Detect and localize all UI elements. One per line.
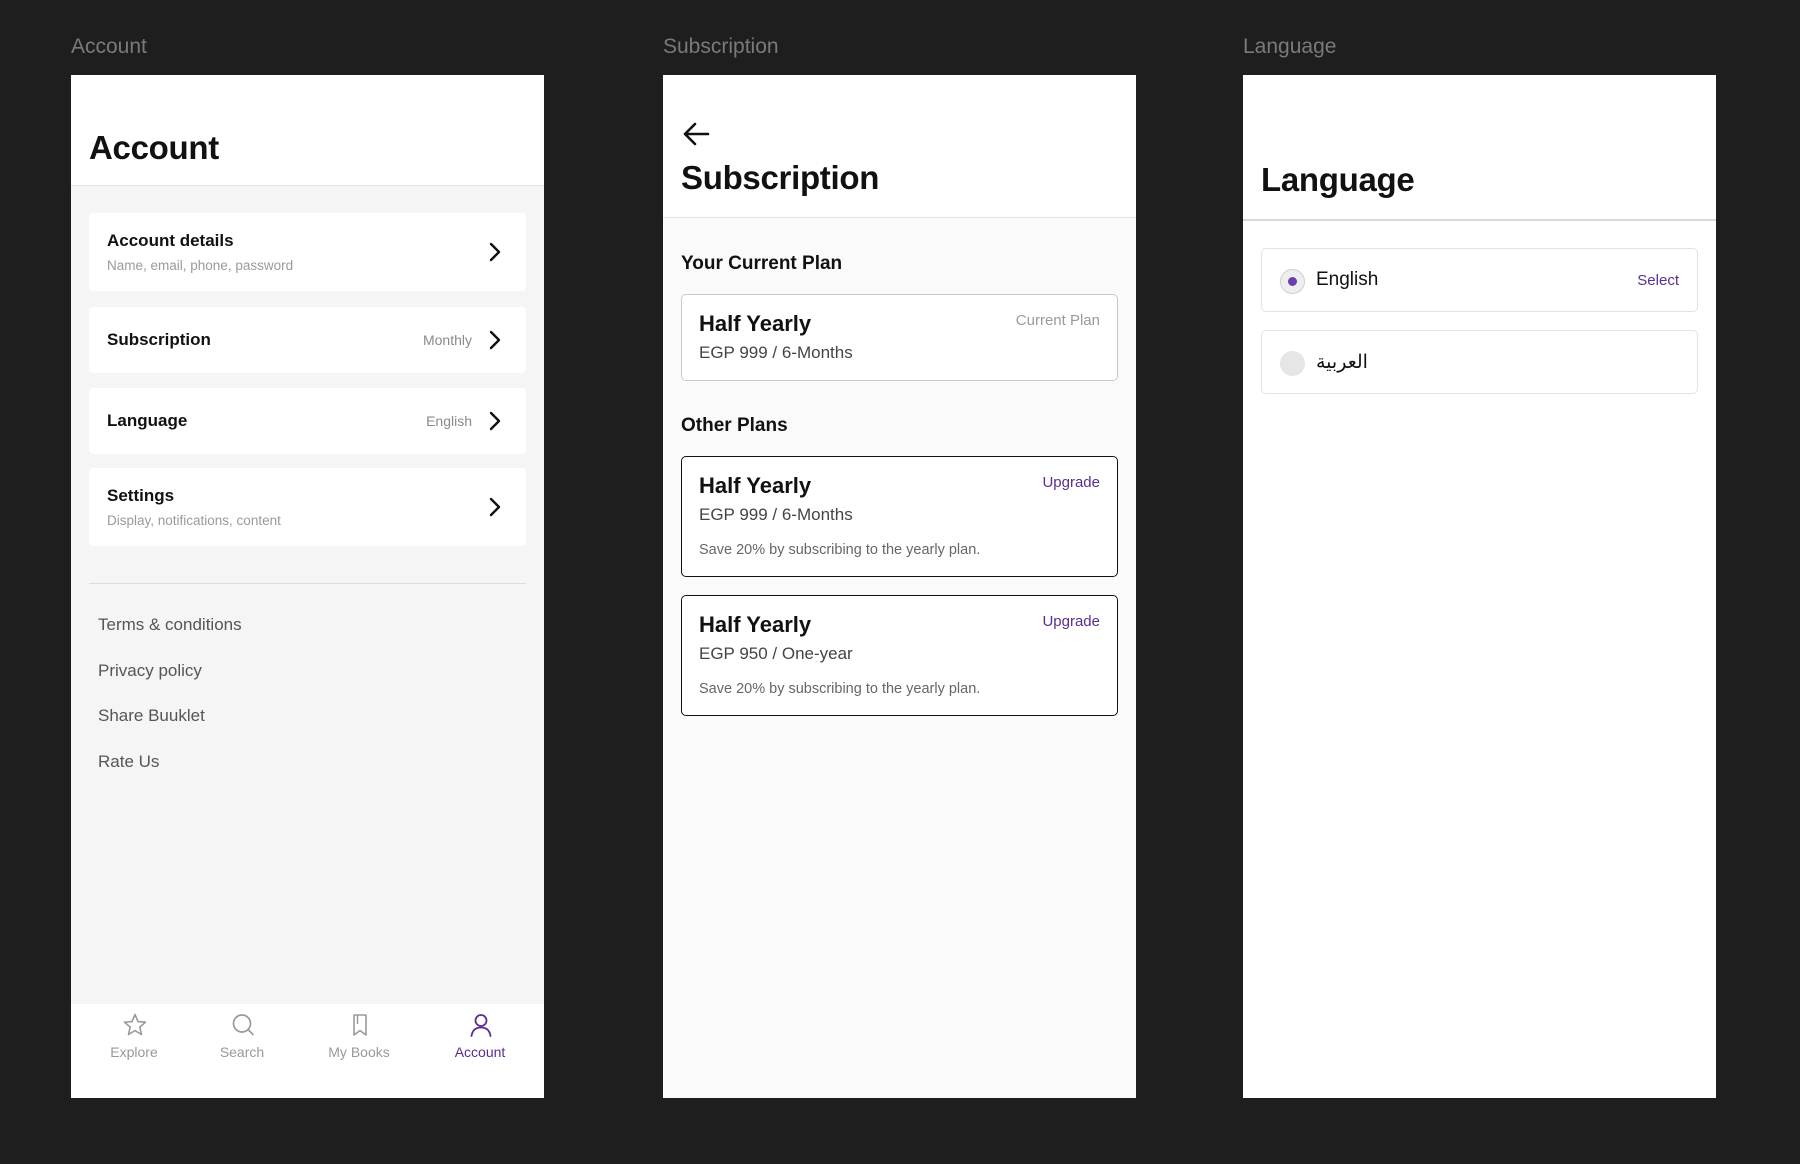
plan-card[interactable]: Half Yearly EGP 999 / 6-Months Save 20% …	[681, 456, 1118, 577]
divider	[89, 583, 526, 584]
account-header: Account	[71, 75, 544, 186]
settings-item[interactable]: Settings Display, notifications, content	[89, 468, 526, 546]
tab-my-books[interactable]: My Books	[309, 1004, 409, 1098]
language-option-arabic[interactable]: العربية	[1261, 330, 1698, 394]
current-plan-badge: Current Plan	[1015, 312, 1100, 329]
plan-name: Half Yearly	[699, 473, 812, 498]
plan-name: Half Yearly	[699, 612, 812, 637]
share-link[interactable]: Share Buuklet	[98, 706, 205, 726]
tab-account[interactable]: Account	[430, 1004, 530, 1098]
radio-selected[interactable]	[1280, 269, 1305, 294]
plan-price: EGP 999 / 6-Months	[699, 343, 853, 362]
plan-note: Save 20% by subscribing to the yearly pl…	[699, 542, 981, 558]
rate-link[interactable]: Rate Us	[98, 752, 159, 772]
tab-label: Search	[219, 1044, 265, 1060]
tab-search[interactable]: Search	[192, 1004, 292, 1098]
language-name: English	[1316, 269, 1379, 290]
chevron-right-icon	[489, 242, 501, 262]
plan-price: EGP 950 / One-year	[699, 644, 853, 663]
item-title: Subscription	[107, 330, 211, 349]
plan-name: Half Yearly	[699, 311, 812, 336]
page-title: Subscription	[681, 159, 880, 196]
item-title: Account details	[107, 231, 234, 250]
account-details-item[interactable]: Account details Name, email, phone, pass…	[89, 213, 526, 291]
tab-label: My Books	[328, 1044, 390, 1060]
frame-label-account: Account	[71, 35, 147, 58]
plan-note: Save 20% by subscribing to the yearly pl…	[699, 681, 981, 697]
item-value: Monthly	[422, 332, 472, 348]
terms-link[interactable]: Terms & conditions	[98, 615, 242, 635]
user-icon	[470, 1014, 492, 1037]
current-plan-card: Half Yearly EGP 999 / 6-Months Current P…	[681, 294, 1118, 381]
page-title: Language	[1261, 161, 1415, 198]
chevron-right-icon	[489, 411, 501, 431]
item-title: Language	[107, 411, 188, 430]
tab-explore[interactable]: Explore	[84, 1004, 184, 1098]
language-item[interactable]: Language English	[89, 388, 526, 454]
chevron-right-icon	[489, 497, 501, 517]
star-icon	[123, 1013, 147, 1036]
chevron-right-icon	[489, 330, 501, 350]
subscription-header: Subscription	[663, 75, 1136, 218]
other-plans-heading: Other Plans	[681, 415, 788, 436]
radio-unselected[interactable]	[1280, 351, 1305, 376]
tab-label: Explore	[110, 1044, 158, 1060]
subscription-screen: Subscription Your Current Plan Half Year…	[663, 75, 1136, 1098]
frame-label-language: Language	[1243, 35, 1337, 58]
language-header: Language	[1243, 75, 1716, 221]
account-screen: Account Account details Name, email, pho…	[71, 75, 544, 1098]
language-option-english[interactable]: English Select	[1261, 248, 1698, 312]
frame-label-subscription: Subscription	[663, 35, 779, 58]
bottom-tab-bar: Explore Search My Books Account	[71, 1004, 544, 1098]
tab-label: Account	[454, 1044, 506, 1060]
item-subtitle: Display, notifications, content	[107, 513, 281, 528]
back-arrow-icon[interactable]	[681, 119, 711, 149]
bookmark-icon	[353, 1014, 367, 1036]
current-plan-heading: Your Current Plan	[681, 253, 843, 274]
language-name: العربية	[1316, 352, 1368, 373]
select-button[interactable]: Select	[1637, 272, 1679, 289]
subscription-item[interactable]: Subscription Monthly	[89, 307, 526, 373]
page-title: Account	[89, 129, 219, 166]
plan-price: EGP 999 / 6-Months	[699, 505, 853, 524]
privacy-link[interactable]: Privacy policy	[98, 661, 202, 681]
plan-card[interactable]: Half Yearly EGP 950 / One-year Save 20% …	[681, 595, 1118, 716]
upgrade-button[interactable]: Upgrade	[1042, 613, 1100, 630]
item-value: English	[426, 413, 472, 429]
upgrade-button[interactable]: Upgrade	[1042, 474, 1100, 491]
language-screen: Language English Select العربية	[1243, 75, 1716, 1098]
search-icon	[232, 1014, 254, 1036]
item-title: Settings	[107, 486, 175, 505]
item-subtitle: Name, email, phone, password	[107, 258, 294, 273]
